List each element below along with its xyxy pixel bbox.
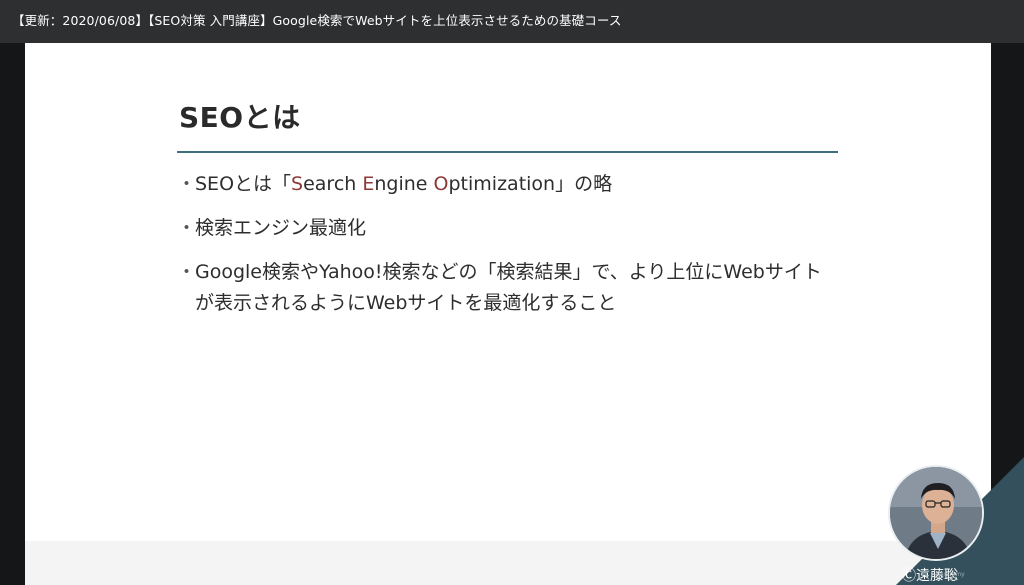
udemy-watermark: udemy — [944, 571, 965, 578]
heading-divider — [177, 151, 838, 153]
presenter-photo — [890, 467, 982, 559]
bullet-marker: ・ — [177, 261, 197, 283]
bullet-item: ・ SEOとは「Search Engine Optimization」の略 — [175, 169, 612, 200]
course-title: 【更新：2020/06/08】【SEO対策 入門講座】Google検索でWebサ… — [12, 13, 622, 28]
slide-heading: SEOとは — [179, 101, 301, 134]
presenter-avatar — [888, 465, 984, 561]
bullet-item: ・ 検索エンジン最適化 — [175, 213, 366, 244]
player-controls-strip[interactable] — [0, 541, 1024, 585]
bullet-marker: ・ — [177, 217, 197, 239]
bullet-item: ・ Google検索やYahoo!検索などの「検索結果」で、より上位にWebサイ… — [175, 257, 835, 319]
bullet-marker: ・ — [177, 173, 197, 195]
highlight-letter: S — [291, 173, 304, 195]
bullet-text: SEOとは「Search Engine Optimization」の略 — [195, 173, 613, 195]
highlight-letter: E — [362, 173, 375, 195]
bullet-text: Google検索やYahoo!検索などの「検索結果」で、より上位にWebサイトが… — [195, 261, 822, 314]
highlight-letter: O — [433, 173, 449, 195]
bullet-text: 検索エンジン最適化 — [195, 217, 367, 239]
title-bar: 【更新：2020/06/08】【SEO対策 入門講座】Google検索でWebサ… — [0, 0, 1024, 43]
lecture-slide: SEOとは ・ SEOとは「Search Engine Optimization… — [25, 43, 991, 585]
